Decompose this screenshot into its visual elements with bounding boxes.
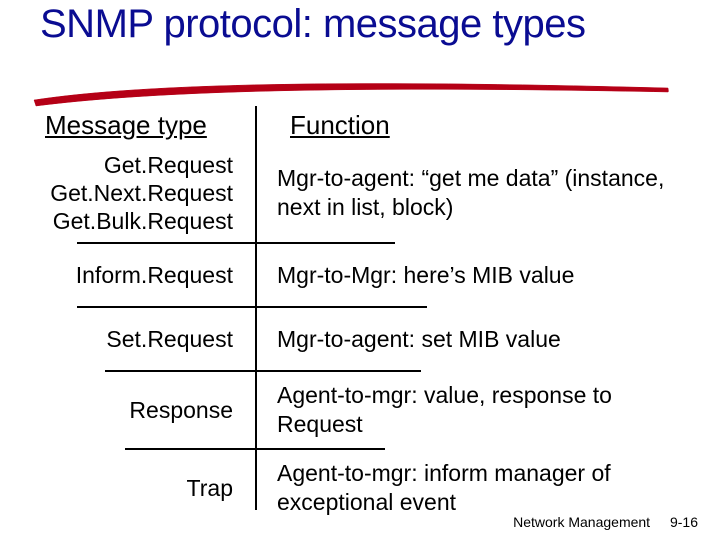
table-row: Inform.Request Mgr-to-Mgr: here’s MIB va…	[0, 250, 720, 300]
column-headers: Message type Function	[0, 110, 720, 141]
row-underline	[0, 370, 720, 372]
msg-func-cell: Agent-to-mgr: inform manager of exceptio…	[255, 459, 700, 517]
msg-type-cell: Get.RequestGet.Next.RequestGet.Bulk.Requ…	[0, 151, 255, 235]
msg-type-cell: Inform.Request	[0, 261, 255, 289]
page-title: SNMP protocol: message types	[40, 2, 586, 47]
msg-func-cell: Mgr-to-agent: “get me data” (instance, n…	[255, 164, 700, 222]
header-message-type: Message type	[0, 110, 255, 141]
msg-func-cell: Agent-to-mgr: value, response to Request	[255, 381, 700, 439]
msg-type-cell: Response	[0, 396, 255, 424]
row-underline	[0, 242, 720, 244]
table-row: Set.Request Mgr-to-agent: set MIB value	[0, 314, 720, 364]
msg-type-cell: Trap	[0, 474, 255, 502]
row-underline	[0, 448, 720, 450]
table-row: Get.RequestGet.Next.RequestGet.Bulk.Requ…	[0, 150, 720, 236]
msg-func-cell: Mgr-to-agent: set MIB value	[255, 325, 700, 354]
footer-chapter: Network Management	[513, 514, 650, 530]
table-row: Response Agent-to-mgr: value, response t…	[0, 378, 720, 442]
header-function: Function	[255, 110, 720, 141]
msg-type-cell: Set.Request	[0, 325, 255, 353]
msg-func-cell: Mgr-to-Mgr: here’s MIB value	[255, 261, 700, 290]
table-row: Trap Agent-to-mgr: inform manager of exc…	[0, 456, 720, 520]
footer-page-number: 9-16	[670, 514, 698, 530]
title-underline-swoosh	[32, 80, 672, 110]
message-table: Get.RequestGet.Next.RequestGet.Bulk.Requ…	[0, 150, 720, 520]
slide-footer: Network Management 9-16	[513, 514, 698, 530]
row-underline	[0, 306, 720, 308]
